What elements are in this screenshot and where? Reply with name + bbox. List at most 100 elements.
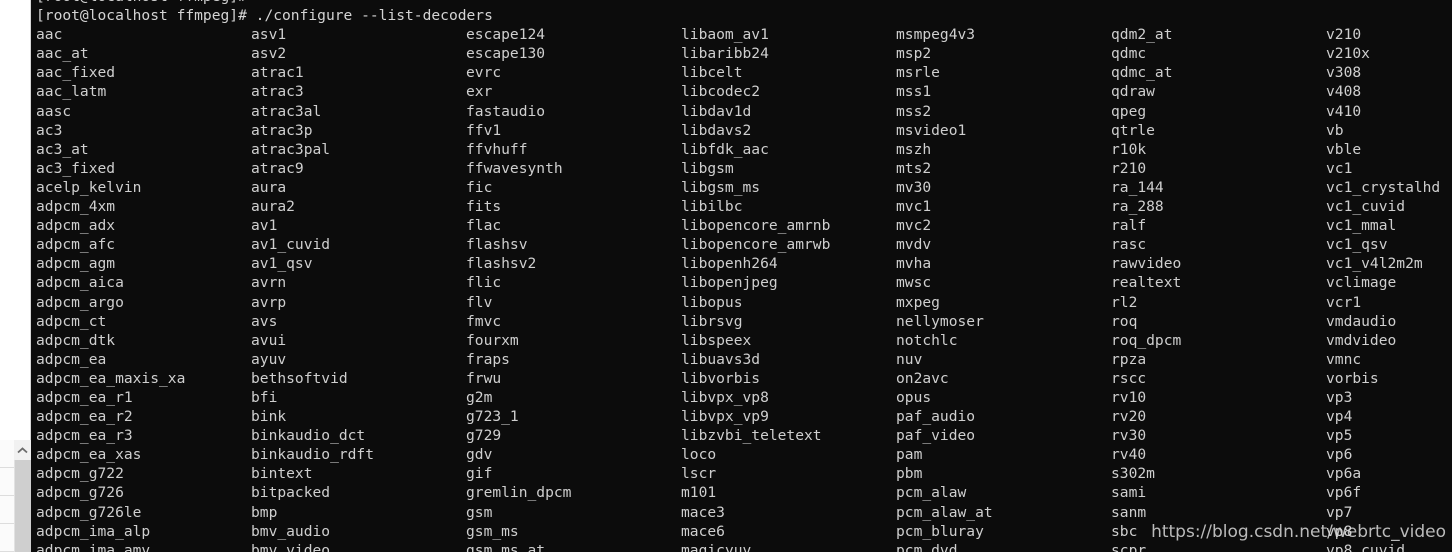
decoder-name: adpcm_g726 <box>36 484 124 502</box>
decoder-name: bmp <box>251 503 278 521</box>
decoder-name: ffwavesynth <box>466 159 563 177</box>
decoder-name: qdm2_at <box>1111 26 1173 44</box>
decoder-row: adpcm_argo avrp flv libopus mxpeg rl2 vcr1 <box>36 293 1452 312</box>
decoder-row: ac3 atrac3p ffv1 libdavs2 msvideo1 qtrle vb <box>36 121 1452 140</box>
decoder-name: scpr <box>1111 541 1147 552</box>
decoder-name: pam <box>896 446 923 464</box>
decoder-name: frwu <box>466 369 502 387</box>
decoder-name: flashsv2 <box>466 255 537 273</box>
decoder-name: vp8_cuvid <box>1326 541 1406 552</box>
decoder-name: fmvc <box>466 312 502 330</box>
decoder-name: avui <box>251 331 287 349</box>
decoder-name: fits <box>466 198 502 216</box>
decoder-name: libilbc <box>681 198 743 216</box>
decoder-name: gsm_ms <box>466 522 519 540</box>
decoder-name: bink <box>251 408 287 426</box>
decoder-name: mvc1 <box>896 198 932 216</box>
decoder-row: ac3_at atrac3pal ffvhuff libfdk_aac mszh r10k… <box>36 140 1452 159</box>
decoder-name: sbc <box>1111 522 1138 540</box>
scroll-up-button[interactable] <box>14 440 31 460</box>
decoder-name: qdmc <box>1111 45 1147 63</box>
decoder-name: vp8 <box>1326 522 1353 540</box>
decoder-name: adpcm_afc <box>36 236 116 254</box>
decoder-name: adpcm_agm <box>36 255 116 273</box>
decoder-name: exr <box>466 83 493 101</box>
decoder-name: libopus <box>681 293 743 311</box>
decoder-row: adpcm_agm av1_qsv flashsv2 libopenh264 mvha r… <box>36 254 1452 273</box>
decoder-name: pcm_bluray <box>896 522 984 540</box>
decoder-name: libvpx_vp9 <box>681 408 769 426</box>
decoder-name: adpcm_dtk <box>36 331 116 349</box>
decoder-name: vp3 <box>1326 388 1353 406</box>
decoder-name: flashsv <box>466 236 528 254</box>
decoder-name: qpeg <box>1111 102 1147 120</box>
decoder-name: vmdvideo <box>1326 331 1397 349</box>
decoder-name: vble <box>1326 140 1362 158</box>
decoder-name: pbm <box>896 465 923 483</box>
decoder-row: adpcm_ima_amv bmv_video gsm_ms_at magicyuv p… <box>36 541 1452 552</box>
decoder-row: acelp_kelvin aura fic libgsm_ms mv30 ra_144 vc… <box>36 178 1452 197</box>
decoder-name: libaribb24 <box>681 45 769 63</box>
decoder-name: vmdaudio <box>1326 312 1397 330</box>
decoder-name: mss2 <box>896 102 932 120</box>
decoder-name: g729 <box>466 427 502 445</box>
decoder-name: m101 <box>681 484 717 502</box>
decoder-name: vcr1 <box>1326 293 1362 311</box>
decoder-name: msvideo1 <box>896 121 967 139</box>
decoder-row: adpcm_ct avs fmvc librsvg nellymoser roq vmdau… <box>36 312 1452 331</box>
decoder-name: msmpeg4v3 <box>896 26 976 44</box>
decoder-name: librsvg <box>681 312 743 330</box>
decoder-name: flv <box>466 293 493 311</box>
decoder-name: vc1_qsv <box>1326 236 1388 254</box>
decoder-name: libaom_av1 <box>681 26 769 44</box>
decoder-name: vp6a <box>1326 465 1362 483</box>
decoder-row: ac3_fixed atrac9 ffwavesynth libgsm mts2 r210… <box>36 159 1452 178</box>
decoder-name: rawvideo <box>1111 255 1182 273</box>
decoder-row: aac_latm atrac3 exr libcodec2 mss1 qdraw v408 <box>36 82 1452 101</box>
decoder-name: magicyuv <box>681 541 752 552</box>
decoder-name: asv1 <box>251 26 287 44</box>
decoder-name: rpza <box>1111 350 1147 368</box>
decoder-name: v410 <box>1326 102 1362 120</box>
decoder-name: adpcm_ea_r1 <box>36 388 133 406</box>
decoder-name: paf_audio <box>896 408 976 426</box>
decoder-name: aac <box>36 26 63 44</box>
decoder-name: ayuv <box>251 350 287 368</box>
decoder-name: ac3 <box>36 121 63 139</box>
decoder-name: mvha <box>896 255 932 273</box>
decoder-name: mvc2 <box>896 217 932 235</box>
decoder-name: atrac3pal <box>251 140 331 158</box>
decoder-name: av1_qsv <box>251 255 313 273</box>
decoder-name: rscc <box>1111 369 1147 387</box>
terminal-window[interactable]: [root@localhost ffmpeg]# [root@localhost… <box>31 0 1452 552</box>
decoder-name: gif <box>466 465 493 483</box>
decoder-name: libdavs2 <box>681 121 752 139</box>
decoder-row: adpcm_ima_alp bmv_audio gsm_ms mace6 pcm_blu… <box>36 522 1452 541</box>
decoder-name: loco <box>681 446 717 464</box>
decoder-name: bfi <box>251 388 278 406</box>
decoder-name: r210 <box>1111 159 1147 177</box>
decoder-name: opus <box>896 388 932 406</box>
decoder-row: adpcm_ea_r1 bfi g2m libvpx_vp8 opus rv10 vp3 <box>36 388 1452 407</box>
decoder-name: avs <box>251 312 278 330</box>
decoder-name: bitpacked <box>251 484 331 502</box>
terminal-prompt-line: [root@localhost ffmpeg]# ./configure --l… <box>36 7 493 25</box>
decoder-name: libvorbis <box>681 369 761 387</box>
decoder-name: ralf <box>1111 217 1147 235</box>
decoder-row: adpcm_ea ayuv fraps libuavs3d nuv rpza vmnc <box>36 350 1452 369</box>
chevron-up-icon <box>17 446 28 454</box>
decoder-name: qdmc_at <box>1111 64 1173 82</box>
left-gutter-panel <box>0 0 31 552</box>
decoder-name: bmv_video <box>251 541 331 552</box>
decoder-name: s302m <box>1111 465 1155 483</box>
decoder-name: ac3_fixed <box>36 159 116 177</box>
decoder-name: msp2 <box>896 45 932 63</box>
decoder-row: adpcm_g726le bmp gsm mace3 pcm_alaw_at sanm vp… <box>36 503 1452 522</box>
decoder-name: vmnc <box>1326 350 1362 368</box>
decoder-name: libcodec2 <box>681 83 761 101</box>
decoder-name: libvpx_vp8 <box>681 388 769 406</box>
decoder-name: escape130 <box>466 45 546 63</box>
decoder-name: ffv1 <box>466 121 502 139</box>
decoder-name: fastaudio <box>466 102 546 120</box>
decoder-row: adpcm_adx av1 flac libopencore_amrnb mvc2 ral… <box>36 216 1452 235</box>
